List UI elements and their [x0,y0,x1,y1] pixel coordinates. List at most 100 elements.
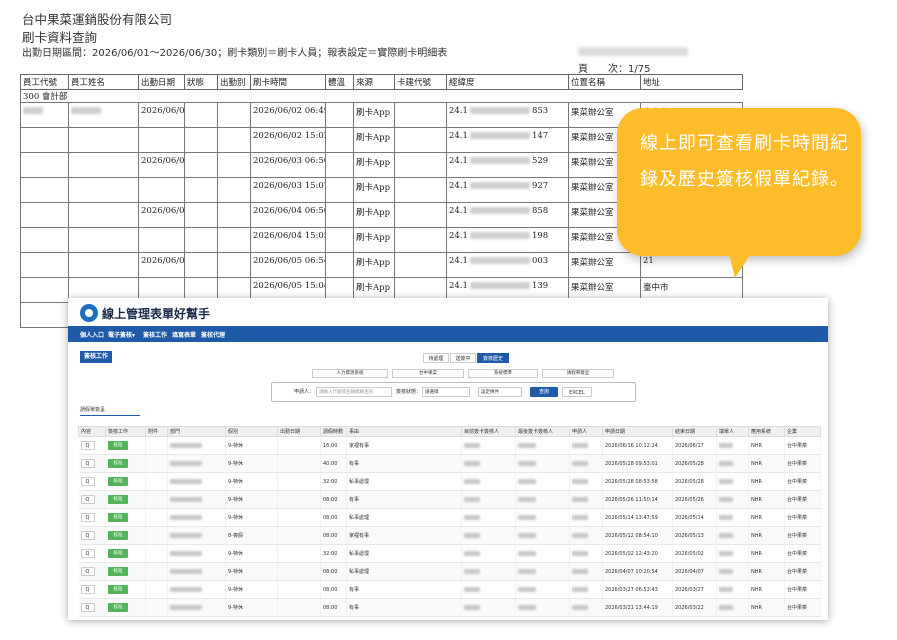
grid-cell [277,598,321,617]
approve-button[interactable]: 核准 [108,477,128,486]
view-icon[interactable]: Q [80,603,95,612]
table-cell [184,227,218,253]
view-icon[interactable]: Q [80,495,95,504]
view-icon[interactable]: Q [80,459,95,468]
grid-col-header[interactable]: 內容 [78,426,106,437]
view-icon[interactable]: Q [80,585,95,594]
grid-cell [569,454,603,473]
leave-reason: 有事 [349,587,360,593]
grid-cell [515,436,570,455]
standard-dropdown[interactable]: 系統標準 [468,369,538,378]
condition-select[interactable]: 設定條件 [478,387,522,397]
grid-cell: 台中果菜 [784,454,821,473]
grid-col-header[interactable]: 申請日期 [602,426,673,437]
grid-cell: NHR [748,436,785,455]
approve-button[interactable]: 核准 [108,549,128,558]
menu-item-sign-proxy[interactable]: 簽核代理 [201,330,225,339]
grid-cell: 台中果菜 [784,598,821,617]
table-cell: 24.1 147 [446,127,569,153]
grid-cell: Q [78,580,106,599]
view-icon[interactable]: Q [80,477,95,486]
approve-button[interactable]: 核准 [108,603,128,612]
tab-in-progress[interactable]: 送簽中 [450,353,476,363]
status-select[interactable]: 請選擇 [422,387,470,397]
grid-cell [167,490,226,509]
grid-col-header[interactable]: 應用系統 [748,426,785,437]
grid-cell: 40:00 [320,454,347,473]
approve-button[interactable]: 核准 [108,567,128,576]
form-type-dropdown[interactable]: 請假單簽呈 [542,369,614,378]
grid-col-header[interactable]: 部門 [167,426,226,437]
grid-cell [461,544,516,563]
menu-item-portal[interactable]: 個人入口 [80,330,104,339]
grid-col-header[interactable]: 簽核工作 [105,426,146,437]
view-icon[interactable]: Q [80,513,95,522]
grid-col-header[interactable]: 申請人 [569,426,603,437]
punch-source: 刷卡App [356,108,391,118]
approve-button[interactable]: 核准 [108,531,128,540]
grid-cell [716,490,749,509]
approve-button[interactable]: 核准 [108,459,128,468]
table-cell [20,302,69,328]
applicant-input[interactable]: 請輸入代號或名稱模糊查詢 [316,387,392,397]
callout-text: 線上即可查看刷卡時間紀錄及歷史簽核假單紀錄。 [640,133,849,190]
grid-col-header[interactable]: 目前簽卡簽核人 [461,426,516,437]
table-cell [217,202,251,228]
grid-col-header[interactable]: 最後簽卡簽核人 [515,426,570,437]
excel-button[interactable]: EXCEL [562,387,592,397]
approve-button[interactable]: 核准 [108,513,128,522]
search-button[interactable]: 查詢 [530,387,558,397]
corp-name: 台中果菜 [787,443,808,449]
punch-time: 2026/06/05 06:54 [253,256,326,266]
leave-reason: 私事處理 [349,479,370,485]
grid-cell [569,544,603,563]
corp-name: 台中果菜 [787,479,808,485]
grid-col-header[interactable]: 填單人 [716,426,749,437]
grid-cell [515,454,570,473]
grid-col-header[interactable]: 事由 [346,426,462,437]
table-cell: 果菜辦公室 [568,252,641,278]
grid-col-header[interactable]: 假別 [225,426,278,437]
menu-item-fill-form[interactable]: 填寫表單 [172,330,196,339]
table-cell: 2026/06/02 06:49 [250,102,326,128]
menu-item-esign[interactable]: 電子簽核▾ [108,330,135,339]
report-col-header: 刷卡時間 [250,74,326,90]
menu-item-sign-work[interactable]: 簽核工作 [143,330,167,339]
view-icon[interactable]: Q [80,567,95,576]
grid-col-header[interactable]: 出勤日期 [277,426,321,437]
view-icon[interactable]: Q [80,441,95,450]
table-cell [394,252,447,278]
table-cell: 刷卡App [353,177,395,203]
table-cell [184,202,218,228]
table-cell: 2026/06/04 06:50 [250,202,326,228]
leave-type: 9-特休 [228,587,243,593]
table-cell [20,227,69,253]
tab-pending[interactable]: 待處理 [423,353,449,363]
grid-col-header[interactable]: 附件 [145,426,168,437]
table-cell [325,127,354,153]
app-system: NHR [751,496,762,503]
table-cell [325,152,354,178]
punch-source: 刷卡App [356,208,391,218]
table-cell [184,127,218,153]
grid-cell [167,472,226,491]
grid-cell [461,436,516,455]
subtab-leave-form[interactable]: 請假單簽呈 [80,406,140,416]
grid-cell [515,472,570,491]
view-icon[interactable]: Q [80,549,95,558]
tab-history[interactable]: 簽核歷史 [477,353,509,363]
punch-source: 刷卡App [356,183,391,193]
grid-col-header[interactable]: 請假時數 [320,426,347,437]
view-icon[interactable]: Q [80,531,95,540]
grid-col-header[interactable]: 結束日期 [672,426,717,437]
approve-button[interactable]: 核准 [108,441,128,450]
approve-button[interactable]: 核准 [108,585,128,594]
grid-cell: NHR [748,580,785,599]
approve-button[interactable]: 核准 [108,495,128,504]
system-dropdown[interactable]: 人力資源系統 [312,369,388,378]
table-cell [217,152,251,178]
grid-col-header[interactable]: 企業 [784,426,821,437]
company-dropdown[interactable]: 台中果菜 [392,369,464,378]
corp-name: 台中果菜 [787,515,808,521]
attend-date: 2026/06/05 [141,256,185,266]
